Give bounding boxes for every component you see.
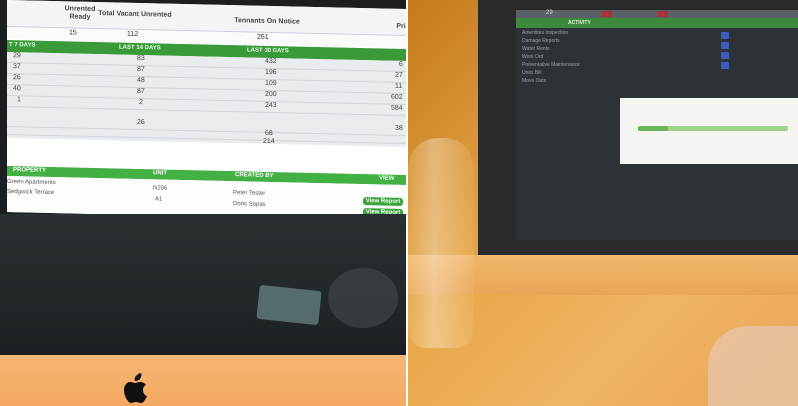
top-value: 29 [546,10,553,16]
property-unit: A1 [155,196,163,203]
property-name: Sedgwick Terrace [7,189,55,197]
cell: 87 [137,65,145,74]
action-button[interactable] [721,52,729,59]
activity-header: ACTIVITY [516,18,798,28]
cell: 68 [265,129,273,138]
list-item: Water Rents [522,46,550,52]
red-badge [658,11,668,17]
cell: 243 [265,101,277,110]
header-unit: UNIT [153,170,167,177]
header-last-14: LAST 14 DAYS [119,44,161,52]
cell: 40 [13,85,21,93]
property-unit: N206 [153,185,168,192]
cell: 26 [137,118,145,127]
monitor-screen: Unrented Ready Total Vacant Unrented Ten… [7,0,406,222]
glass-bottle [408,138,474,348]
property-created-by: Peter Tester [233,190,266,197]
list-item: Move Outs [522,78,547,84]
cell: 196 [265,68,277,77]
list-item: Damage Reports [522,38,560,44]
list-item: Work Ord [522,54,544,60]
cell: 27 [395,71,403,79]
cell: 200 [265,90,277,99]
action-button[interactable] [721,62,729,69]
cell: 87 [137,87,145,96]
cell: 584 [391,104,403,112]
cell: 2 [139,98,143,107]
cell: 602 [391,93,403,101]
red-badge [602,11,612,17]
cell: 1 [17,96,21,104]
action-button[interactable] [721,32,729,39]
header-tenants-on-notice: Tennants On Notice [234,17,300,26]
list-item: Amenities Inspection [522,30,569,36]
cell: 6 [399,60,403,68]
cell: 26 [13,74,21,82]
list-item: Units Bill [522,70,542,76]
view-report-button[interactable]: View Report [363,197,403,206]
photo-collage: Unrented Ready Total Vacant Unrented Ten… [0,0,798,406]
header-last-7: T 7 DAYS [9,42,36,49]
cell: 83 [137,54,145,63]
header-activity: ACTIVITY [568,20,591,26]
header-view: VIEW [379,175,395,182]
property-name: Green Apartments [7,179,56,187]
header-property: PROPERTY [13,167,47,174]
tablet-reflection [256,284,322,326]
apple-logo-icon [124,373,147,403]
count-unrented-ready: 15 [69,29,77,37]
property-created-by: Doris Sopas [233,201,266,208]
cell: 432 [265,57,277,66]
count-total-vacant: 112 [127,30,139,38]
header-last-30: LAST 30 DAYS [247,47,289,55]
loading-modal [620,98,798,164]
cell: 11 [395,82,403,90]
header-created-by: CREATED BY [235,172,274,180]
monitor-chin [0,355,406,406]
top-strip: 29 [516,10,798,18]
cell: 29 [13,52,21,60]
cell: 38 [395,124,403,132]
list-item: Preventative Maintenance [522,62,580,68]
cell: 48 [137,76,145,85]
header-pri: Pri [396,22,406,31]
progress-fill [638,126,668,131]
left-photo: Unrented Ready Total Vacant Unrented Ten… [0,0,406,406]
mouse-blur [708,326,798,406]
period-data-rows: 29 83 432 6 37 87 196 27 26 48 109 11 40… [7,52,406,148]
cell: 37 [13,63,21,71]
plate-reflection [328,268,398,328]
action-button[interactable] [721,42,729,49]
cell: 109 [265,79,277,88]
count-tenants-on-notice: 261 [257,33,269,41]
